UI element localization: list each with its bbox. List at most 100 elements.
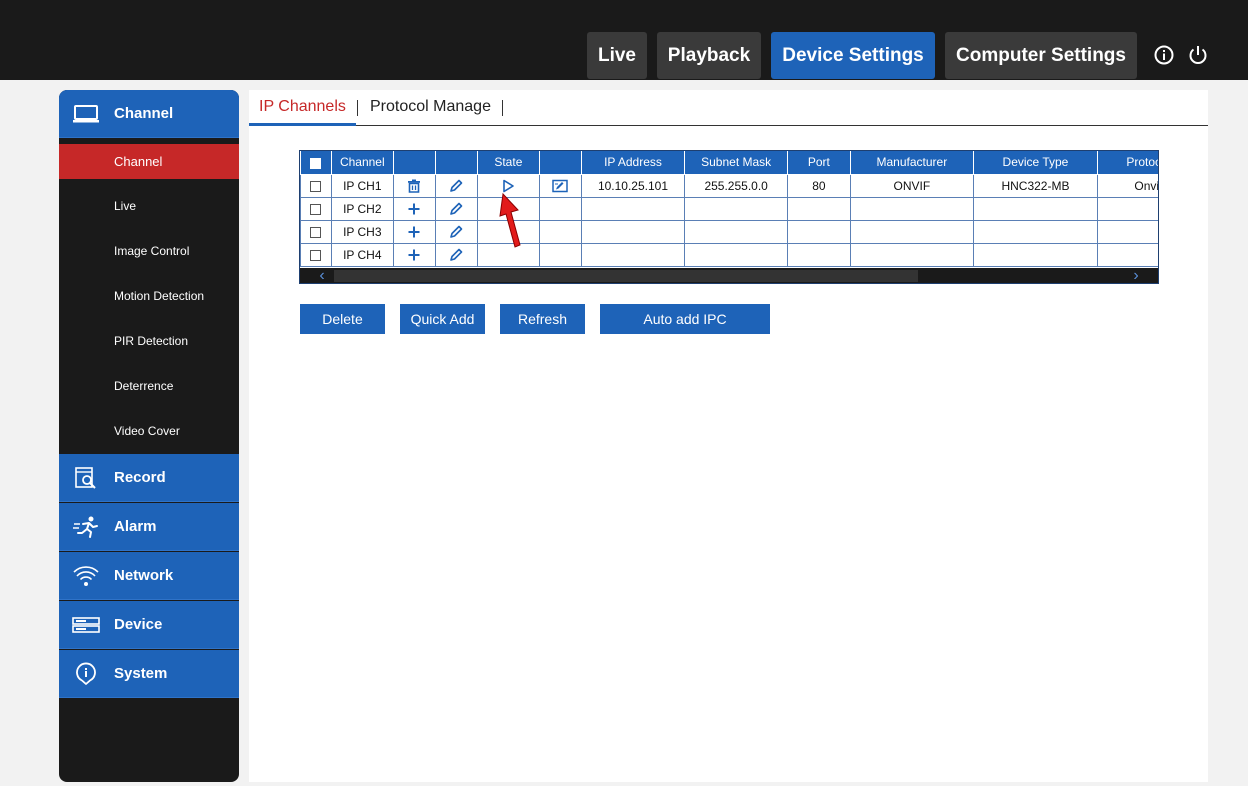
sidebar-section-system[interactable]: System bbox=[59, 650, 239, 698]
sidebar-item-deterrence[interactable]: Deterrence bbox=[59, 368, 239, 403]
column-header: Channel bbox=[330, 151, 394, 175]
manufacturer-cell: ONVIF bbox=[849, 173, 975, 198]
scroll-left-icon[interactable]: ‹ bbox=[314, 268, 330, 284]
row-checkbox[interactable] bbox=[300, 219, 332, 244]
device-type-cell bbox=[973, 196, 1098, 221]
power-icon[interactable] bbox=[1187, 44, 1209, 66]
device-type-cell bbox=[973, 242, 1098, 267]
tab-bar: IP Channels Protocol Manage bbox=[249, 90, 1208, 126]
nav-live-button[interactable]: Live bbox=[587, 32, 647, 79]
info-icon bbox=[72, 662, 100, 686]
table-row: IP CH3 bbox=[300, 219, 1158, 244]
refresh-button[interactable]: Refresh bbox=[500, 304, 585, 334]
sidebar-section-label: Device bbox=[114, 616, 163, 633]
column-header: Manufacturer bbox=[849, 151, 975, 175]
channel-name: IP CH4 bbox=[330, 242, 394, 267]
record-search-icon bbox=[72, 466, 100, 490]
wifi-icon bbox=[72, 564, 100, 588]
sidebar-section-record[interactable]: Record bbox=[59, 454, 239, 502]
sidebar-item-video-cover[interactable]: Video Cover bbox=[59, 413, 239, 448]
running-person-icon bbox=[72, 515, 100, 539]
plus-icon[interactable] bbox=[392, 219, 436, 244]
nav-playback-button[interactable]: Playback bbox=[657, 32, 761, 79]
scrollbar-thumb[interactable] bbox=[334, 270, 918, 282]
protocol-cell bbox=[1096, 242, 1158, 267]
subnet-mask-cell bbox=[684, 242, 789, 267]
subnet-mask-cell: 255.255.0.0 bbox=[684, 173, 789, 198]
port-cell bbox=[787, 242, 851, 267]
sidebar-item-motion-detection[interactable]: Motion Detection bbox=[59, 278, 239, 313]
protocol-cell bbox=[1096, 219, 1158, 244]
empty-cell bbox=[539, 196, 582, 221]
table-row: IP CH4 bbox=[300, 242, 1158, 267]
row-checkbox[interactable] bbox=[300, 242, 332, 267]
table-row: IP CH1 10.10.25.101 255.255.0.0 80 ONVIF… bbox=[300, 173, 1158, 198]
sidebar-section-alarm[interactable]: Alarm bbox=[59, 503, 239, 551]
sidebar-section-label: System bbox=[114, 665, 168, 682]
sidebar-section-network[interactable]: Network bbox=[59, 552, 239, 600]
quick-add-button[interactable]: Quick Add bbox=[400, 304, 485, 334]
nav-computer-settings-button[interactable]: Computer Settings bbox=[945, 32, 1137, 79]
select-all-checkbox[interactable] bbox=[300, 151, 332, 175]
edit-settings-icon[interactable] bbox=[539, 173, 582, 198]
main-panel: IP Channels Protocol Manage Channel Stat… bbox=[249, 90, 1208, 782]
ip-address-cell bbox=[580, 242, 686, 267]
sidebar: Channel Channel Live Image Control Motio… bbox=[59, 90, 239, 782]
sidebar-item-live[interactable]: Live bbox=[59, 188, 239, 223]
table-row: IP CH2 bbox=[300, 196, 1158, 221]
sidebar-item-channel[interactable]: Channel bbox=[59, 144, 239, 179]
sidebar-section-label: Network bbox=[114, 567, 174, 584]
sidebar-section-label: Channel bbox=[114, 105, 174, 122]
ip-channels-table: Channel State IP Address Subnet Mask Por… bbox=[299, 150, 1159, 284]
ip-address-cell: 10.10.25.101 bbox=[580, 173, 686, 198]
port-cell: 80 bbox=[787, 173, 851, 198]
sidebar-item-pir-detection[interactable]: PIR Detection bbox=[59, 323, 239, 358]
pencil-icon[interactable] bbox=[434, 242, 478, 267]
column-header: Protocol bbox=[1096, 151, 1158, 175]
protocol-cell bbox=[1096, 196, 1158, 221]
column-header: Port bbox=[787, 151, 851, 175]
empty-cell bbox=[539, 242, 582, 267]
horizontal-scrollbar[interactable]: ‹ › bbox=[300, 268, 1158, 284]
column-header: Subnet Mask bbox=[684, 151, 789, 175]
info-icon[interactable] bbox=[1153, 44, 1175, 66]
sidebar-item-image-control[interactable]: Image Control bbox=[59, 233, 239, 268]
delete-button[interactable]: Delete bbox=[300, 304, 385, 334]
channel-name: IP CH1 bbox=[330, 173, 394, 198]
column-header bbox=[539, 151, 582, 175]
pencil-icon[interactable] bbox=[434, 196, 478, 221]
column-header: State bbox=[476, 151, 541, 175]
row-checkbox[interactable] bbox=[300, 173, 332, 198]
top-bar: Live Playback Device Settings Computer S… bbox=[0, 0, 1248, 80]
pencil-icon[interactable] bbox=[434, 219, 478, 244]
empty-cell bbox=[539, 219, 582, 244]
pencil-icon[interactable] bbox=[434, 173, 478, 198]
tab-ip-channels[interactable]: IP Channels bbox=[259, 98, 346, 116]
active-tab-underline bbox=[249, 123, 356, 126]
subnet-mask-cell bbox=[684, 196, 789, 221]
manufacturer-cell bbox=[849, 219, 975, 244]
device-type-cell: HNC322-MB bbox=[973, 173, 1098, 198]
column-header bbox=[392, 151, 436, 175]
sidebar-section-channel[interactable]: Channel bbox=[59, 90, 239, 138]
sidebar-section-device[interactable]: Device bbox=[59, 601, 239, 649]
plus-icon[interactable] bbox=[392, 196, 436, 221]
port-cell bbox=[787, 219, 851, 244]
tab-separator bbox=[502, 100, 503, 116]
column-header: Device Type bbox=[973, 151, 1098, 175]
scroll-right-icon[interactable]: › bbox=[1128, 268, 1144, 284]
row-checkbox[interactable] bbox=[300, 196, 332, 221]
channel-name: IP CH2 bbox=[330, 196, 394, 221]
channel-name: IP CH3 bbox=[330, 219, 394, 244]
nav-device-settings-button[interactable]: Device Settings bbox=[771, 32, 935, 79]
sidebar-section-label: Record bbox=[114, 469, 166, 486]
manufacturer-cell bbox=[849, 196, 975, 221]
auto-add-ipc-button[interactable]: Auto add IPC bbox=[600, 304, 770, 334]
tab-protocol-manage[interactable]: Protocol Manage bbox=[370, 98, 491, 116]
ip-address-cell bbox=[580, 219, 686, 244]
plus-icon[interactable] bbox=[392, 242, 436, 267]
ip-address-cell bbox=[580, 196, 686, 221]
sidebar-section-label: Alarm bbox=[114, 518, 157, 535]
monitor-icon bbox=[72, 102, 100, 126]
trash-icon[interactable] bbox=[392, 173, 436, 198]
